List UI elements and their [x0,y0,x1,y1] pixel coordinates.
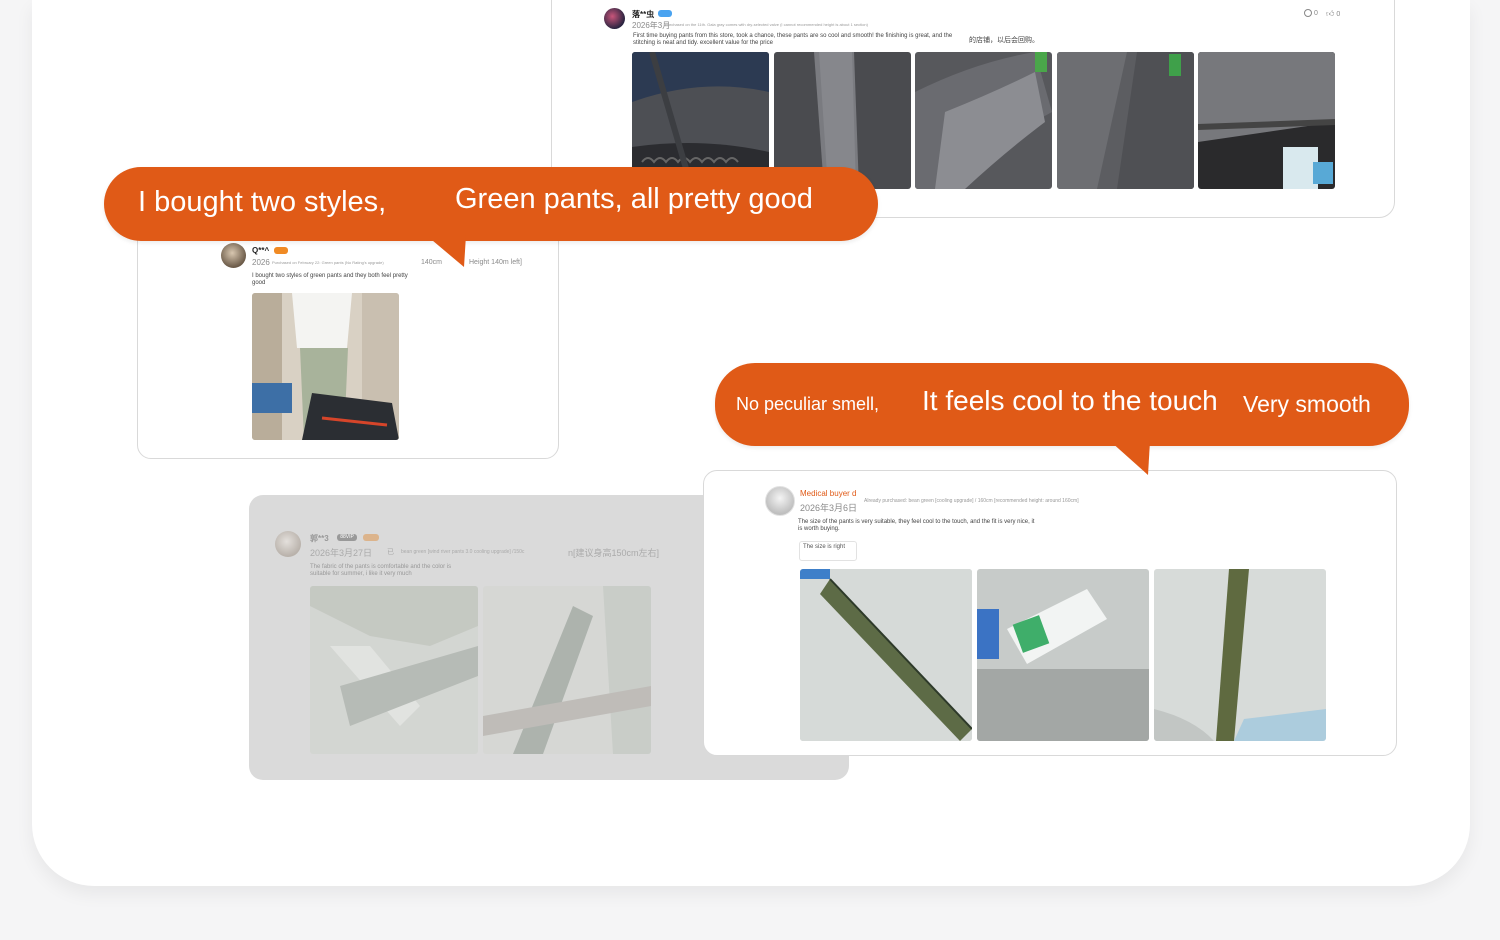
reviewer-name: 落**虫 [632,10,655,19]
review-photo[interactable] [483,586,651,754]
purchase-info: Purchased on the 11th. Gala gray comes w… [665,22,868,27]
review-photo[interactable] [252,293,399,440]
review-photo[interactable] [1154,569,1326,741]
quote-bubble-2: No peculiar smell, It feels cool to the … [715,363,1409,475]
review-date: 2026年3月27日 [310,548,373,558]
review-photo[interactable] [977,569,1149,741]
review-photo[interactable] [915,52,1052,189]
level-badge [363,534,379,541]
avatar[interactable] [765,486,795,516]
review-text: I bought two styles of green pants and t… [252,273,408,286]
review-photo[interactable] [1057,52,1194,189]
review-photo[interactable] [800,569,972,741]
avatar[interactable] [275,531,301,557]
comment-icon [1304,9,1312,17]
review-date: 2026 [252,258,270,267]
review-date: 2026年3月6日 [800,503,858,513]
bubble-text-part2: Green pants, all pretty good [455,183,813,215]
review-photo[interactable] [310,586,478,754]
comment-button[interactable]: 0 [1304,9,1318,17]
bubble-text-part1: I bought two styles, [138,186,387,218]
like-count: 0 [1336,11,1341,18]
bubble-tail [1110,441,1150,475]
reviewer-name: Medical buyer d [800,489,857,498]
height-note: n[建议身高150cm左右] [568,548,660,558]
vip-badge: 88VIP [337,534,357,541]
review-card-2: Q**^ 2026 Purchased on February 22: Gree… [137,205,559,459]
review-card-4: Medical buyer d 2026年3月6日 Already purcha… [703,470,1397,756]
like-button[interactable]: 👍︎ 0 [1326,9,1340,19]
reviewer-name: Q**^ [252,246,270,255]
level-badge [274,247,288,254]
variant-info: bean green [wind river pants 3.0 cooling… [401,549,525,555]
review-text: The fabric of the pants is comfortable a… [310,564,452,577]
avatar[interactable] [221,243,246,268]
bubble-text-part2: It feels cool to the touch [922,385,1218,416]
bubble-text-part1: No peculiar smell, [736,394,880,414]
avatar[interactable] [604,8,625,29]
thumbs-up-icon: 👍︎ [1326,9,1335,18]
bubble-text-part3: Very smooth [1243,391,1371,417]
purchase-info: Already purchased: bean green [cooling u… [864,498,1079,504]
review-photo[interactable] [1198,52,1335,189]
reviewer-name: 郭**3 [310,534,329,543]
review-text: First time buying pants from this store,… [633,33,953,46]
review-text: The size of the pants is very suitable, … [798,519,1035,532]
size-tag[interactable]: The size is right [799,541,857,561]
purchase-info: Purchased on February 22: Green pants (N… [272,260,384,265]
review-text-cn: 的店铺，以后会回购。 [969,37,1039,44]
height-note: Height 140m left] [469,259,522,266]
comment-count: 0 [1313,9,1318,17]
bubble-tail [426,235,466,267]
quote-bubble-1: I bought two styles, Green pants, all pr… [104,167,878,267]
purchase-info: 已 [387,549,394,556]
size-tag-label: The size is right [803,544,846,550]
member-badge [658,10,672,17]
